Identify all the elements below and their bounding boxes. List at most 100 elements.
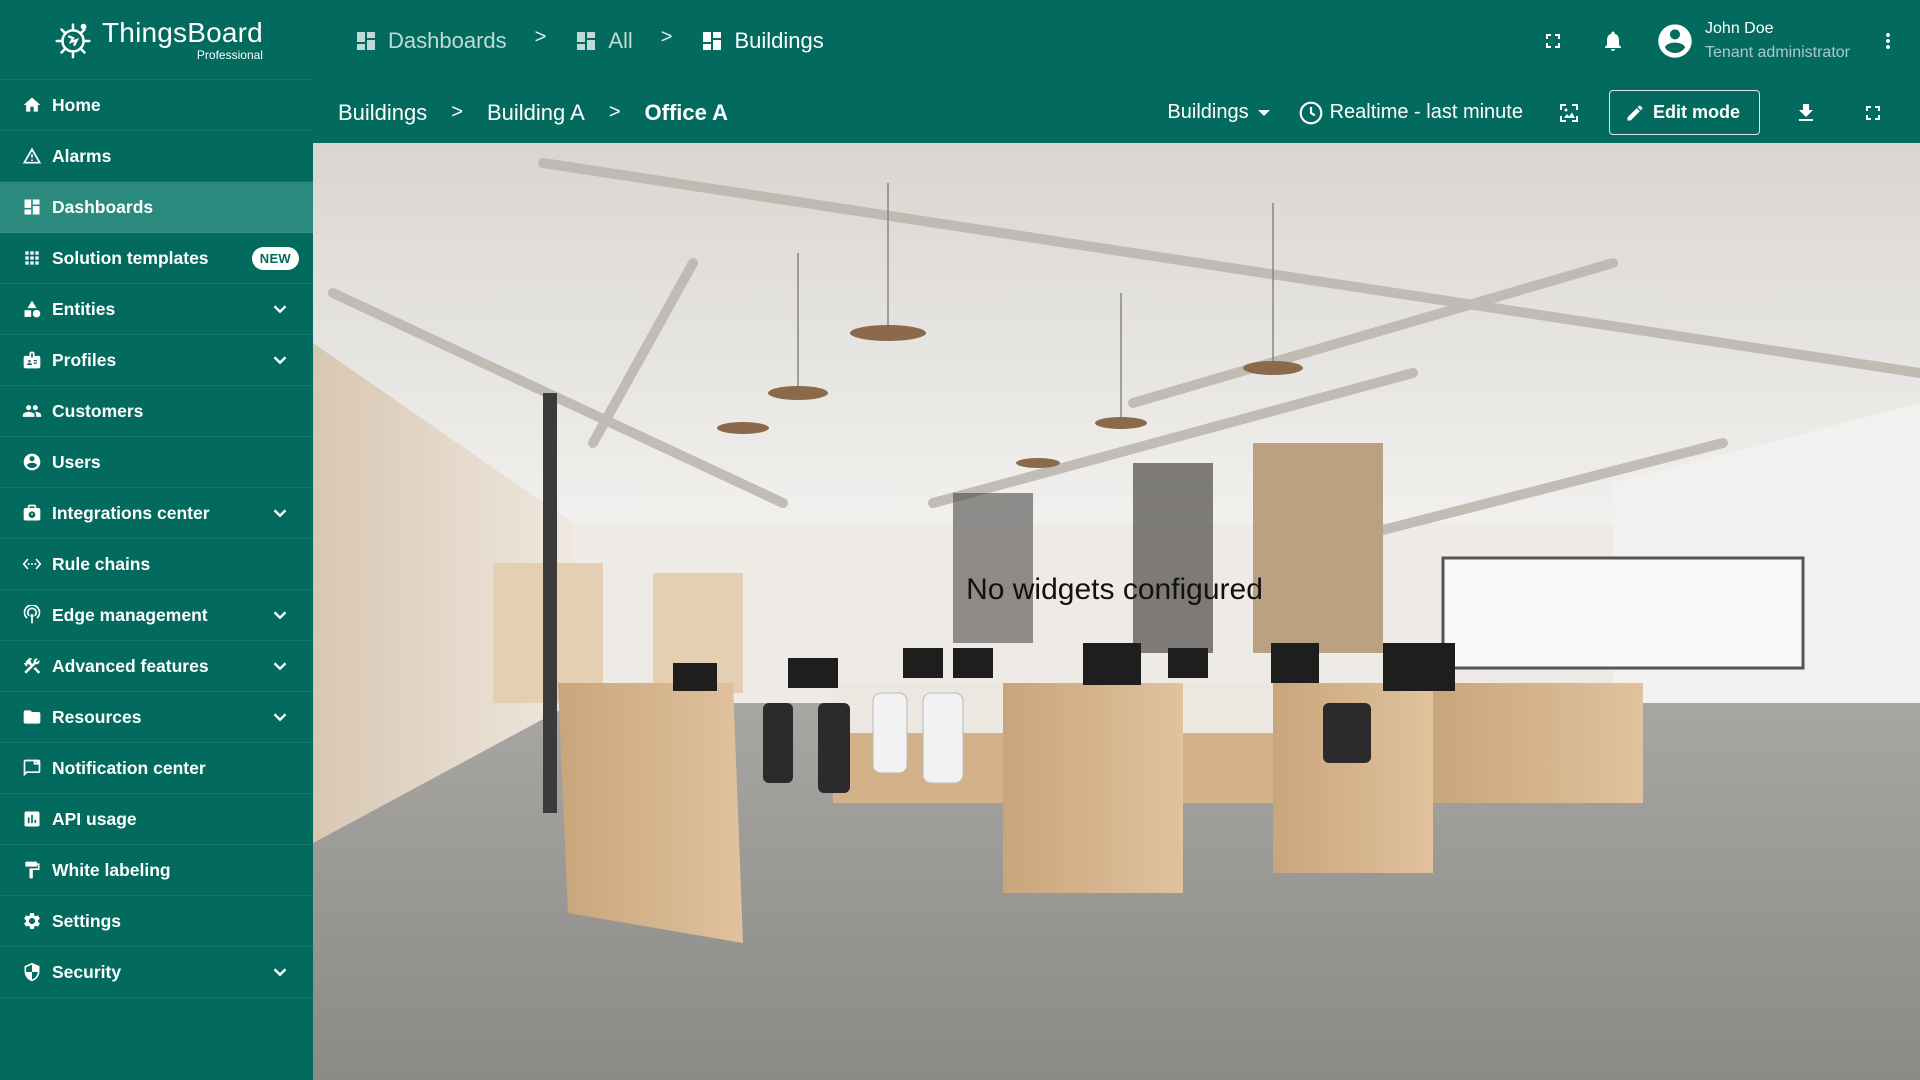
empty-dashboard-message: No widgets configured xyxy=(313,143,1920,903)
sidebar-item-label: Home xyxy=(52,94,101,115)
chevron-down-icon[interactable] xyxy=(269,604,291,626)
badge-icon xyxy=(21,349,43,371)
thingsboard-logo-icon xyxy=(55,22,91,58)
image-frame-icon xyxy=(1559,103,1578,122)
security-shield-icon xyxy=(21,961,43,983)
chevron-down-icon[interactable] xyxy=(269,502,291,524)
states-select-value: Buildings xyxy=(1167,101,1249,123)
dashboard-fullscreen-button[interactable] xyxy=(1853,93,1893,133)
state-breadcrumb: Buildings > Building A > Office A xyxy=(338,100,728,126)
sidebar-item-resources[interactable]: Resources xyxy=(0,692,313,743)
sidebar-item-notification-center[interactable]: Notification center xyxy=(0,743,313,794)
construction-icon xyxy=(21,655,43,677)
chevron-down-icon[interactable] xyxy=(269,961,291,983)
no-widgets-text: No widgets configured xyxy=(966,573,1263,606)
user-name: John Doe xyxy=(1705,20,1774,37)
sidebar-item-integrations-center[interactable]: Integrations center xyxy=(0,488,313,539)
folder-icon xyxy=(21,706,43,728)
header-actions: John Doe Tenant administrator xyxy=(1533,0,1920,82)
sidebar-item-settings[interactable]: Settings xyxy=(0,896,313,947)
sidebar-item-label: Security xyxy=(52,961,122,982)
logo[interactable]: ThingsBoard Professional xyxy=(0,0,313,80)
settings-ethernet-icon xyxy=(21,553,43,575)
more-vert-icon xyxy=(1886,33,1890,49)
user-menu[interactable]: John Doe Tenant administrator xyxy=(1655,17,1850,65)
chevron-down-icon[interactable] xyxy=(269,298,291,320)
clock-icon xyxy=(1299,101,1322,124)
sidebar-item-label: Entities xyxy=(52,298,116,319)
gear-icon xyxy=(21,910,43,932)
sidebar-item-rule-chains[interactable]: Rule chains xyxy=(0,539,313,590)
sidebar-item-label: Integrations center xyxy=(52,502,210,523)
new-badge: NEW xyxy=(251,247,299,270)
sidebar-item-entities[interactable]: Entities xyxy=(0,284,313,335)
dashboard-icon xyxy=(21,196,43,218)
breadcrumb-buildings: Buildings xyxy=(700,28,824,54)
sidebar-item-advanced-features[interactable]: Advanced features xyxy=(0,641,313,692)
timewindow-button[interactable]: Realtime - last minute xyxy=(1298,100,1523,126)
account-circle-icon xyxy=(1658,24,1692,58)
logo-name: ThingsBoard xyxy=(102,16,263,48)
more-options-button[interactable] xyxy=(1868,21,1908,61)
sidebar-item-white-labeling[interactable]: White labeling xyxy=(0,845,313,896)
sidebar-item-edge-management[interactable]: Edge management xyxy=(0,590,313,641)
breadcrumb-all[interactable]: All xyxy=(574,28,633,54)
state-crumb-office-a: Office A xyxy=(644,99,729,125)
sidebar-item-label: Advanced features xyxy=(52,655,209,676)
mark-chat-icon xyxy=(21,757,43,779)
sidebar-item-home[interactable]: Home xyxy=(0,80,313,131)
header-row: Dashboards > All > Buildings John Doe Te… xyxy=(313,0,1920,82)
people-icon xyxy=(21,400,43,422)
download-button[interactable] xyxy=(1786,93,1826,133)
router-icon xyxy=(21,604,43,626)
sidebar-item-label: Notification center xyxy=(52,757,206,778)
dashboard-icon xyxy=(577,32,596,50)
dropdown-caret-icon xyxy=(1257,109,1270,116)
timewindow-label: Realtime - last minute xyxy=(1329,101,1523,123)
sidebar-item-label: White labeling xyxy=(52,859,171,880)
dashboard-toolbar: Buildings > Building A > Office A Buildi… xyxy=(313,82,1920,143)
sidebar-item-label: Settings xyxy=(52,910,122,931)
sidebar-item-solution-templates[interactable]: Solution templates NEW xyxy=(0,233,313,284)
sidebar-item-alarms[interactable]: Alarms xyxy=(0,131,313,182)
chevron-down-icon[interactable] xyxy=(269,706,291,728)
export-image-button[interactable] xyxy=(1549,93,1589,133)
sidebar-item-users[interactable]: Users xyxy=(0,437,313,488)
edit-mode-button[interactable]: Edit mode xyxy=(1608,90,1760,135)
sidebar-item-label: Profiles xyxy=(52,349,117,370)
sidebar-item-api-usage[interactable]: API usage xyxy=(0,794,313,845)
edit-mode-label: Edit mode xyxy=(1652,102,1740,122)
state-crumb-building-a[interactable]: Building A xyxy=(487,100,585,126)
sidebar-item-label: Edge management xyxy=(52,604,208,625)
fullscreen-icon xyxy=(1546,34,1561,48)
sidebar: ThingsBoard Professional Home Alarms Dashb… xyxy=(0,0,313,1080)
download-icon xyxy=(1799,103,1813,121)
chevron-down-icon[interactable] xyxy=(269,655,291,677)
breadcrumb-separator: > xyxy=(660,25,673,48)
apps-grid-icon xyxy=(21,247,43,269)
dashboard-canvas: No widgets configured xyxy=(313,143,1920,1080)
fullscreen-button[interactable] xyxy=(1533,21,1573,61)
dashboard-icon xyxy=(357,32,375,50)
sidebar-item-label: Alarms xyxy=(52,145,112,166)
notifications-button[interactable] xyxy=(1593,21,1633,61)
sidebar-item-label: API usage xyxy=(52,808,137,829)
account-circle-icon xyxy=(21,451,43,473)
state-crumb-buildings[interactable]: Buildings xyxy=(338,100,427,126)
integration-icon xyxy=(21,502,43,524)
breadcrumb-label: Buildings xyxy=(734,28,824,53)
sidebar-item-profiles[interactable]: Profiles xyxy=(0,335,313,386)
states-select[interactable]: Buildings xyxy=(1167,101,1270,124)
top-bar: Dashboards > All > Buildings John Doe Te… xyxy=(313,0,1920,143)
sidebar-item-security[interactable]: Security xyxy=(0,947,313,998)
sidebar-item-dashboards[interactable]: Dashboards xyxy=(0,182,313,233)
breadcrumb-separator: > xyxy=(608,101,621,123)
chevron-down-icon[interactable] xyxy=(269,349,291,371)
dashboard-icon xyxy=(703,32,722,50)
breadcrumb-dashboards[interactable]: Dashboards xyxy=(354,28,507,54)
sidebar-item-label: Dashboards xyxy=(52,196,154,217)
breadcrumb-label: Dashboards xyxy=(388,28,507,53)
breadcrumb-label: All xyxy=(608,28,633,53)
sidebar-item-customers[interactable]: Customers xyxy=(0,386,313,437)
sidebar-item-label: Customers xyxy=(52,400,144,421)
